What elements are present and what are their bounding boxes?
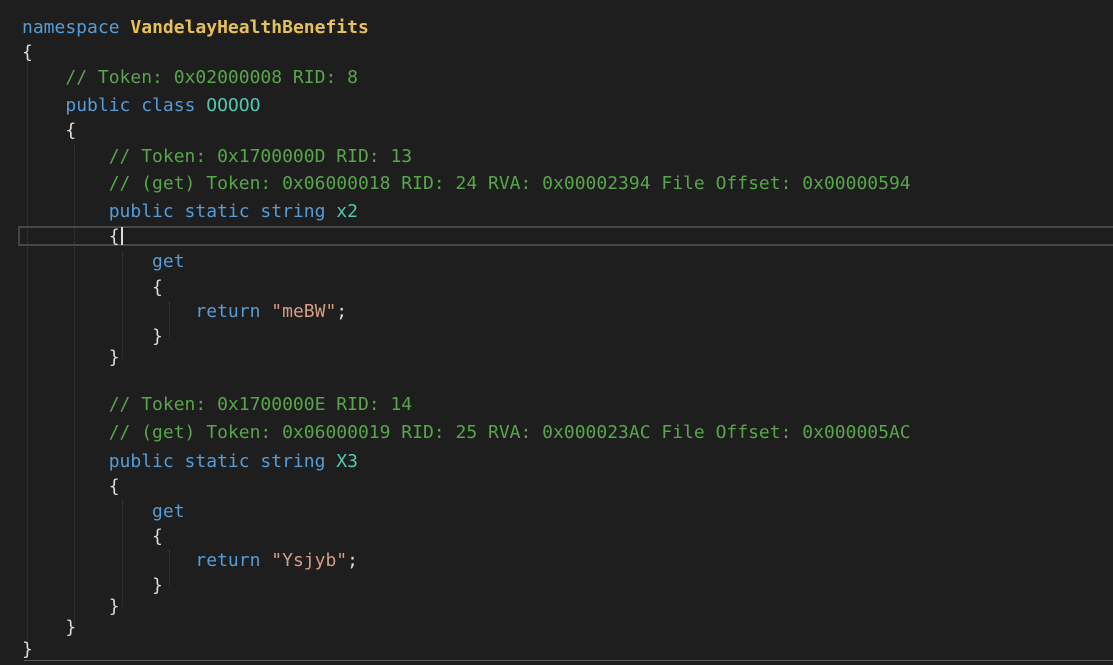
open-brace: { (108, 476, 120, 497)
get-accessor-keyword: get (152, 501, 185, 522)
namespace-name: VandelayHealthBenefits (130, 17, 369, 38)
return-keyword: return (195, 550, 261, 571)
code-line-namespace[interactable]: namespace VandelayHealthBenefits (22, 16, 369, 40)
semicolon: ; (336, 301, 348, 322)
open-brace: { (22, 42, 33, 63)
open-brace: { (108, 226, 120, 247)
text-caret (120, 227, 123, 245)
code-line-class-comment[interactable]: // Token: 0x02000008 RID: 8 (22, 66, 358, 90)
return-string-literal: "Ysjyb" (271, 550, 348, 571)
property-token-comment: // Token: 0x1700000D RID: 13 (108, 146, 413, 167)
close-brace: } (22, 639, 33, 660)
close-brace: } (152, 575, 163, 596)
code-line-getter-comment[interactable]: // (get) Token: 0x06000019 RID: 25 RVA: … (22, 421, 911, 445)
editor-bottom-border (24, 660, 1113, 661)
current-line-highlight (18, 226, 1113, 246)
code-line-return-statement[interactable]: return "meBW"; (22, 300, 347, 324)
code-line-property-comment[interactable]: // Token: 0x1700000D RID: 13 (22, 145, 412, 169)
namespace-keyword: namespace (22, 17, 120, 38)
close-brace: } (108, 347, 120, 368)
code-line-property-open[interactable]: { (22, 475, 120, 499)
code-line-namespace-open[interactable]: { (22, 41, 33, 65)
code-line-class-declaration[interactable]: public class OOOOO (22, 94, 260, 118)
code-line-get-open[interactable]: { (22, 276, 163, 300)
property-modifiers: public static string (108, 451, 326, 472)
code-line-get-accessor[interactable]: get (22, 250, 185, 274)
code-line-property-declaration[interactable]: public static string X3 (22, 450, 358, 474)
close-brace: } (108, 596, 120, 617)
close-brace: } (65, 617, 77, 638)
class-token-comment: // Token: 0x02000008 RID: 8 (65, 67, 358, 88)
code-line-class-close[interactable]: } (22, 616, 76, 640)
code-line-property-declaration[interactable]: public static string x2 (22, 200, 358, 224)
code-line-namespace-close[interactable]: } (22, 638, 33, 662)
code-line-get-open[interactable]: { (22, 525, 163, 549)
property-token-comment: // Token: 0x1700000E RID: 14 (108, 394, 413, 415)
class-name: OOOOO (206, 95, 261, 116)
getter-token-comment: // (get) Token: 0x06000018 RID: 24 RVA: … (108, 173, 911, 194)
code-line-property-close[interactable]: } (22, 346, 120, 370)
class-modifiers: public class (65, 95, 196, 116)
code-line-property-open[interactable]: { (22, 225, 123, 249)
code-editor[interactable]: namespace VandelayHealthBenefits { // To… (0, 0, 1113, 665)
getter-token-comment: // (get) Token: 0x06000019 RID: 25 RVA: … (108, 422, 911, 443)
semicolon: ; (347, 550, 358, 571)
property-name: X3 (336, 451, 358, 472)
close-brace: } (152, 326, 163, 347)
get-accessor-keyword: get (152, 251, 185, 272)
code-line-get-accessor[interactable]: get (22, 500, 185, 524)
open-brace: { (152, 277, 163, 298)
property-name: x2 (336, 201, 358, 222)
open-brace: { (152, 526, 163, 547)
code-line-return-statement[interactable]: return "Ysjyb"; (22, 549, 358, 573)
return-keyword: return (195, 301, 261, 322)
code-line-class-open[interactable]: { (22, 119, 76, 143)
code-line-getter-comment[interactable]: // (get) Token: 0x06000018 RID: 24 RVA: … (22, 172, 911, 196)
open-brace: { (65, 120, 77, 141)
return-string-literal: "meBW" (271, 301, 337, 322)
property-modifiers: public static string (108, 201, 326, 222)
code-line-property-comment[interactable]: // Token: 0x1700000E RID: 14 (22, 393, 412, 417)
